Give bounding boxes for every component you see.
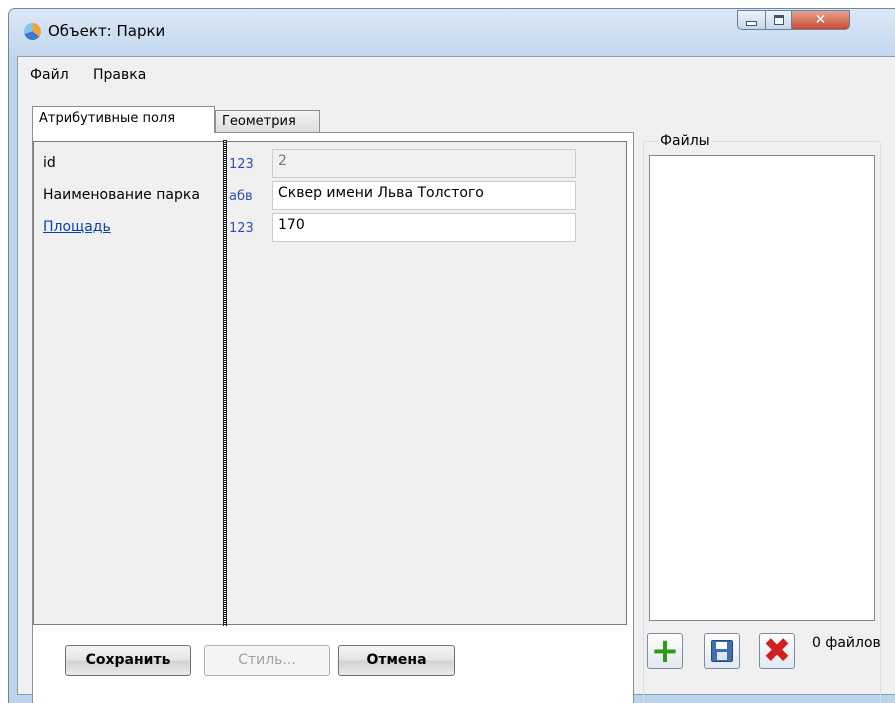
close-button[interactable]: ✕ bbox=[791, 10, 850, 30]
add-file-button[interactable]: + bbox=[647, 633, 683, 669]
attribute-link-area[interactable]: Площадь bbox=[43, 219, 111, 235]
save-button[interactable]: Сохранить bbox=[65, 645, 191, 676]
park-name-field[interactable]: Сквер имени Льва Толстого bbox=[272, 181, 576, 210]
minimize-icon bbox=[746, 21, 757, 26]
text-type-icon: абв bbox=[229, 189, 253, 204]
menu-edit[interactable]: Правка bbox=[93, 67, 146, 83]
id-field: 2 bbox=[272, 149, 576, 178]
app-globe-icon bbox=[24, 23, 41, 40]
tab-geometry[interactable]: Геометрия bbox=[215, 110, 320, 133]
window-title: Объект: Парки bbox=[48, 22, 166, 40]
window-client-area: Файл Правка Атрибутивные поля Геометрия … bbox=[17, 56, 895, 703]
attribute-label-park-name: Наименование парка bbox=[43, 187, 200, 203]
delete-file-button[interactable]: ✖ bbox=[759, 633, 795, 669]
save-file-icon bbox=[711, 640, 733, 662]
maximize-icon bbox=[773, 15, 784, 25]
menu-file[interactable]: Файл bbox=[30, 67, 69, 83]
minimize-button[interactable] bbox=[737, 10, 766, 30]
save-file-button[interactable] bbox=[704, 633, 740, 669]
add-file-icon: + bbox=[650, 631, 680, 671]
file-count: 0 файлов bbox=[812, 635, 881, 651]
cancel-button[interactable]: Отмена bbox=[338, 645, 455, 676]
number-type-icon: 123 bbox=[229, 157, 254, 172]
tab-attributes[interactable]: Атрибутивные поля bbox=[32, 106, 215, 133]
title-bar[interactable]: Объект: Парки ✕ bbox=[9, 9, 895, 56]
delete-file-icon: ✖ bbox=[762, 631, 792, 671]
style-button: Стиль... bbox=[204, 645, 330, 676]
files-list[interactable] bbox=[649, 155, 875, 621]
area-field[interactable]: 170 bbox=[272, 213, 576, 242]
grid-splitter[interactable] bbox=[223, 140, 227, 626]
close-icon: ✕ bbox=[814, 12, 827, 28]
maximize-button[interactable] bbox=[765, 10, 792, 30]
menu-bar: Файл Правка bbox=[18, 57, 895, 91]
object-window: Объект: Парки ✕ Файл Правка Атрибутивные… bbox=[8, 8, 895, 703]
files-legend: Файлы bbox=[658, 133, 712, 149]
attribute-label-id: id bbox=[43, 155, 56, 171]
number-type-icon: 123 bbox=[229, 221, 254, 236]
